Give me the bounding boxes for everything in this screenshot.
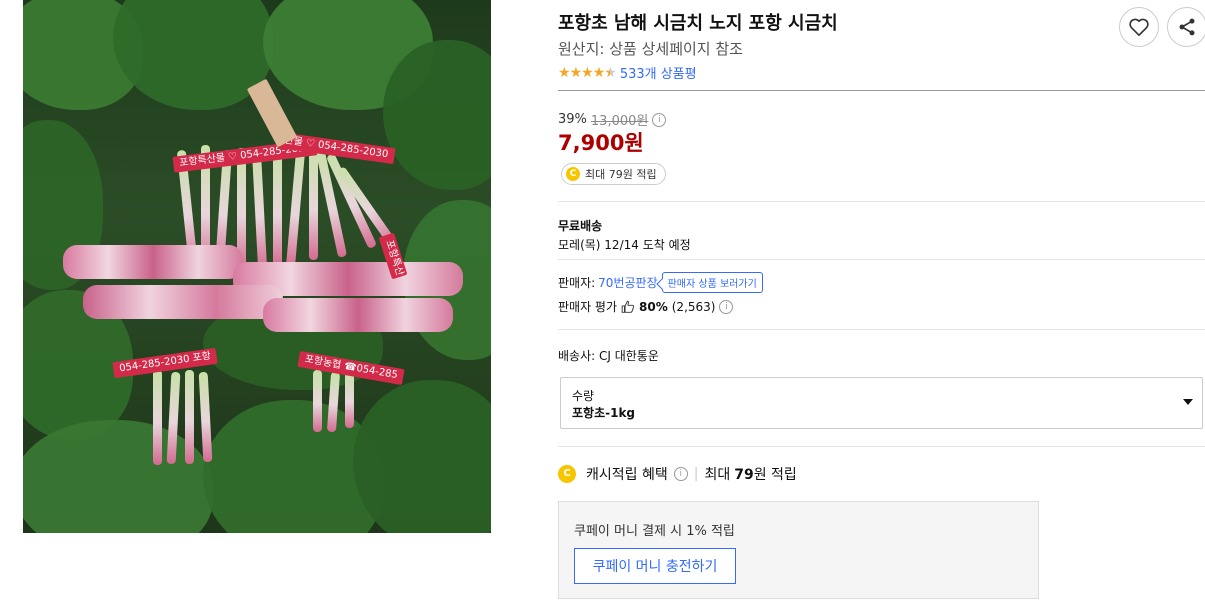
spinach-root (83, 285, 283, 319)
info-icon[interactable]: i (719, 299, 734, 314)
spinach-root (63, 245, 243, 279)
seller-rating-row: 판매자 평가 80% (2,563) i (558, 298, 734, 315)
review-count-link[interactable]: 533개 상품평 (620, 63, 697, 82)
product-origin: 원산지: 상품 상세페이지 참조 (558, 40, 743, 58)
divider (558, 259, 1205, 260)
cash-reward-amount: 79 (734, 467, 754, 483)
divider (558, 201, 1205, 202)
product-rating: ★★★★★ 533개 상품평 (558, 63, 697, 82)
stem (251, 149, 268, 271)
divider (558, 446, 1205, 447)
seller-rating-percent: 80% (639, 299, 668, 314)
separator: | (693, 466, 699, 482)
cash-reward-row: C 캐시적립 혜택 i | 최대 79원 적립 (558, 464, 797, 484)
stem (309, 148, 318, 260)
reward-label: 최대 79원 적립 (585, 168, 657, 181)
cash-reward-title: 캐시적립 혜택 (586, 467, 668, 483)
cash-reward-max: 최대 (704, 467, 731, 483)
spinach-leaf (353, 380, 491, 533)
carrier-info: 배송사: CJ 대한통운 (558, 349, 659, 363)
share-icon (1179, 18, 1195, 36)
seller-products-button[interactable]: 판매자 상품 보러가기 (661, 272, 763, 293)
spinach-root (263, 298, 453, 332)
heart-icon (1129, 18, 1149, 36)
star-icon: ★ (569, 64, 583, 80)
star-icon: ★ (558, 64, 571, 80)
option-label: 수량 (572, 389, 595, 403)
shipping-type: 무료배송 (558, 219, 603, 233)
info-icon[interactable]: i (652, 112, 667, 127)
star-icon: ★ (592, 64, 606, 80)
stem (185, 370, 194, 464)
product-image: 포항특산물 ♡ 054-285-2030 산물 ♡ 054-285-2030 0… (23, 0, 491, 533)
divider (558, 90, 1205, 91)
arrival-date: 모레(목) 12/14 도착 예정 (558, 238, 691, 252)
quantity-option-select[interactable]: 수량 포항초-1kg (560, 377, 1203, 429)
share-button[interactable] (1167, 7, 1205, 47)
coupay-charge-button[interactable]: 쿠페이 머니 충전하기 (574, 548, 736, 584)
cash-coin-icon: C (558, 465, 576, 483)
reward-badge: C 최대 79원 적립 (561, 163, 666, 185)
thumbs-up-icon (621, 300, 635, 313)
stem (313, 370, 322, 432)
seller-rating-label: 판매자 평가 (558, 300, 618, 314)
coupay-box: 쿠페이 머니 결제 시 1% 적립 쿠페이 머니 충전하기 (558, 501, 1039, 599)
discount-rate: 39% (558, 112, 587, 127)
star-rating-icon: ★★★★★ (558, 64, 617, 81)
stem (273, 152, 282, 267)
sale-price: 7,900원 (558, 131, 644, 155)
stem (345, 370, 354, 428)
coupay-description: 쿠페이 머니 결제 시 1% 적립 (574, 524, 735, 539)
divider (558, 329, 1205, 330)
chevron-down-icon (1183, 399, 1193, 405)
product-title: 포항초 남해 시금치 노지 포항 시금치 (558, 13, 838, 34)
seller-row: 판매자: 70번공판장 판매자 상품 보러가기 (558, 272, 763, 293)
wishlist-button[interactable] (1119, 7, 1159, 47)
star-icon: ★ (581, 64, 594, 80)
seller-name-link[interactable]: 70번공판장 (598, 274, 657, 291)
info-icon[interactable]: i (673, 467, 688, 481)
seller-label: 판매자: (558, 276, 596, 290)
cash-reward-suffix: 원 적립 (753, 467, 797, 483)
cash-coin-icon: C (566, 167, 580, 181)
option-value: 포항초-1kg (572, 406, 636, 420)
stem (285, 149, 306, 269)
stem (198, 371, 213, 463)
spinach-leaf (383, 40, 491, 190)
stem (153, 370, 162, 465)
star-icon: ★ (604, 64, 617, 80)
seller-rating-count: (2,563) (671, 299, 716, 314)
